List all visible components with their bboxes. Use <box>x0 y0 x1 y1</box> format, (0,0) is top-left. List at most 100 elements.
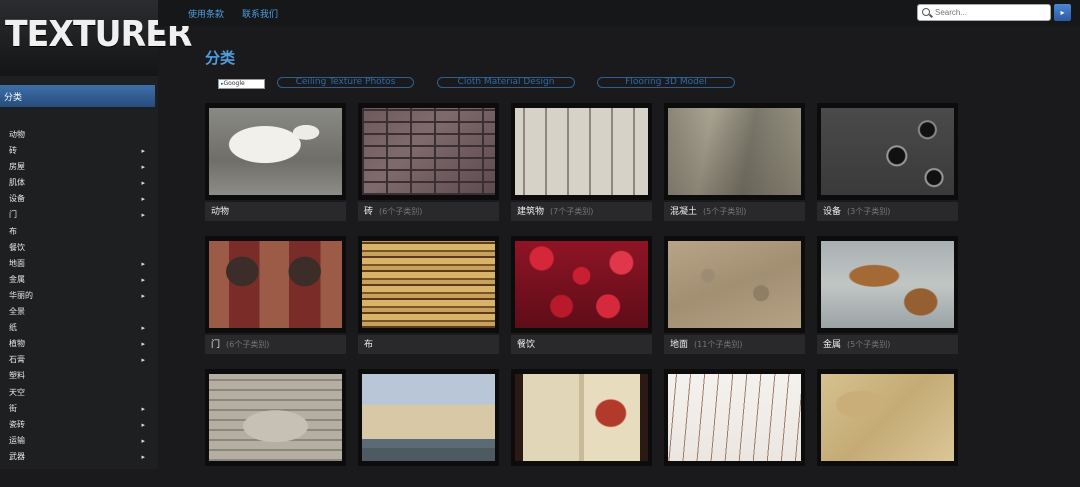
category-thumbnail[interactable] <box>362 241 495 328</box>
sidebar-item[interactable]: 塑料 <box>0 368 158 384</box>
sidebar-item[interactable]: 地面 ▸ <box>0 256 158 272</box>
sidebar-item[interactable]: 设备 ▸ <box>0 191 158 207</box>
chevron-right-icon: ▸ <box>141 163 145 172</box>
sidebar-item-label: 华丽的 <box>9 290 33 300</box>
google-badge-label: Google <box>223 80 245 87</box>
sidebar-item[interactable]: 纸 ▸ <box>0 320 158 336</box>
sidebar-item-label: 布 <box>9 226 17 236</box>
category-thumbnail[interactable] <box>821 374 954 461</box>
sidebar-item[interactable]: 瓷砖 ▸ <box>0 417 158 433</box>
category-tile[interactable]: 砖 (6个子类别) <box>358 103 499 221</box>
category-thumbnail[interactable] <box>668 241 801 328</box>
category-thumbnail[interactable] <box>209 374 342 461</box>
tile-caption[interactable]: 餐饮 <box>511 335 652 354</box>
sidebar-item[interactable]: 运输 ▸ <box>0 433 158 449</box>
ad-pill-ceiling[interactable]: Ceiling Texture Photos <box>277 77 414 88</box>
ad-pill-cloth[interactable]: Cloth Material Design <box>437 77 575 88</box>
category-thumbnail[interactable] <box>515 241 648 328</box>
category-thumbnail[interactable] <box>209 108 342 195</box>
sidebar-item-label: 全景 <box>9 307 25 317</box>
chevron-right-icon: ▸ <box>141 340 145 349</box>
sidebar-item[interactable]: 餐饮 <box>0 240 158 256</box>
sidebar-item[interactable]: 武器 ▸ <box>0 449 158 465</box>
ad-pill-flooring[interactable]: Flooring 3D Model <box>597 77 735 88</box>
sidebar-item-label: 动物 <box>9 130 25 139</box>
sidebar-item[interactable]: 街 ▸ <box>0 401 158 417</box>
sidebar-item-label: 瓷砖 <box>9 419 25 429</box>
contact-link[interactable]: 联系我们 <box>242 7 278 20</box>
category-tile[interactable]: 门 (6个子类别) <box>205 236 346 354</box>
chevron-right-icon: ▸ <box>141 275 145 284</box>
category-thumbnail[interactable] <box>362 108 495 195</box>
category-tile[interactable] <box>511 369 652 487</box>
tile-caption[interactable]: 动物 <box>205 202 346 221</box>
category-tile[interactable] <box>358 369 499 487</box>
tile-frame <box>664 103 805 200</box>
tile-caption[interactable]: 建筑物 (7个子类别) <box>511 202 652 221</box>
category-tile[interactable] <box>205 369 346 487</box>
category-tile[interactable]: 动物 <box>205 103 346 221</box>
category-tile[interactable]: 金属 (5个子类别) <box>817 236 958 354</box>
google-ad-badge[interactable]: ▸Google <box>218 79 265 89</box>
tile-caption[interactable]: 布 <box>358 335 499 354</box>
tile-caption[interactable]: 混凝土 (5个子类别) <box>664 202 805 221</box>
sidebar-item[interactable]: 动物 <box>0 127 158 143</box>
category-tile[interactable]: 餐饮 <box>511 236 652 354</box>
search-submit-button[interactable]: ▸ <box>1054 4 1071 21</box>
tile-caption[interactable]: 金属 (5个子类别) <box>817 335 958 354</box>
sidebar-item[interactable]: 植物 ▸ <box>0 336 158 352</box>
sidebar-item-label: 肌体 <box>9 178 25 188</box>
sidebar-item-label: 纸 <box>9 323 17 333</box>
category-thumbnail[interactable] <box>821 108 954 195</box>
chevron-right-icon: ▸ <box>141 404 145 413</box>
search-box[interactable] <box>917 4 1051 21</box>
tile-caption[interactable]: 门 (6个子类别) <box>205 335 346 354</box>
category-tile[interactable]: 设备 (3个子类别) <box>817 103 958 221</box>
sidebar-item[interactable]: 华丽的 ▸ <box>0 288 158 304</box>
subcategory-count: (6个子类别) <box>379 207 423 216</box>
category-name: 金属 <box>823 340 842 350</box>
tile-caption[interactable]: 设备 (3个子类别) <box>817 202 958 221</box>
category-tile[interactable]: 地面 (11个子类别) <box>664 236 805 354</box>
category-tile[interactable]: 建筑物 (7个子类别) <box>511 103 652 221</box>
sidebar-item[interactable]: 全景 <box>0 304 158 320</box>
category-thumbnail[interactable] <box>515 108 648 195</box>
category-tile[interactable]: 布 <box>358 236 499 354</box>
chevron-right-icon: ▸ <box>141 436 145 445</box>
search-icon <box>922 8 930 16</box>
sidebar-active-category[interactable]: 分类 <box>0 85 155 107</box>
category-thumbnail[interactable] <box>668 374 801 461</box>
sidebar-item[interactable]: 布 <box>0 224 158 240</box>
search-input[interactable] <box>935 6 1047 19</box>
category-thumbnail[interactable] <box>668 108 801 195</box>
sidebar-item[interactable]: 金属 ▸ <box>0 272 158 288</box>
chevron-right-icon: ▸ <box>141 420 145 429</box>
category-tile[interactable]: 混凝土 (5个子类别) <box>664 103 805 221</box>
category-thumbnail[interactable] <box>362 374 495 461</box>
tile-caption[interactable]: 砖 (6个子类别) <box>358 202 499 221</box>
category-thumbnail[interactable] <box>209 241 342 328</box>
category-tile[interactable] <box>664 369 805 487</box>
page-title: 分类 <box>205 49 236 67</box>
subcategory-count: (5个子类别) <box>703 207 747 216</box>
tile-frame <box>664 236 805 333</box>
sidebar-item[interactable]: 天空 <box>0 385 158 401</box>
category-name: 设备 <box>823 207 842 217</box>
category-thumbnail[interactable] <box>515 374 648 461</box>
category-tile[interactable] <box>817 369 958 487</box>
sidebar-item-label: 天空 <box>9 387 25 397</box>
category-name: 动物 <box>211 207 230 217</box>
sidebar-item[interactable]: 房屋 ▸ <box>0 159 158 175</box>
subcategory-count: (6个子类别) <box>226 340 270 349</box>
sidebar-item-label: 石膏 <box>9 355 25 365</box>
terms-link[interactable]: 使用条款 <box>188 7 224 20</box>
sidebar-item[interactable]: 门 ▸ <box>0 207 158 223</box>
tile-caption[interactable]: 地面 (11个子类别) <box>664 335 805 354</box>
sidebar: TEXTURER 分类 动物砖 ▸ 房屋 ▸ 肌体 ▸ 设备 ▸ 门 ▸ 布餐饮 地面 ▸ 金属 ▸ 华丽的 ▸… <box>0 0 192 469</box>
sidebar-item[interactable]: 石膏 ▸ <box>0 352 158 368</box>
site-logo[interactable]: TEXTURER <box>0 0 192 76</box>
category-thumbnail[interactable] <box>821 241 954 328</box>
sidebar-item[interactable]: 砖 ▸ <box>0 143 158 159</box>
sidebar-item[interactable]: 肌体 ▸ <box>0 175 158 191</box>
tile-frame <box>205 236 346 333</box>
